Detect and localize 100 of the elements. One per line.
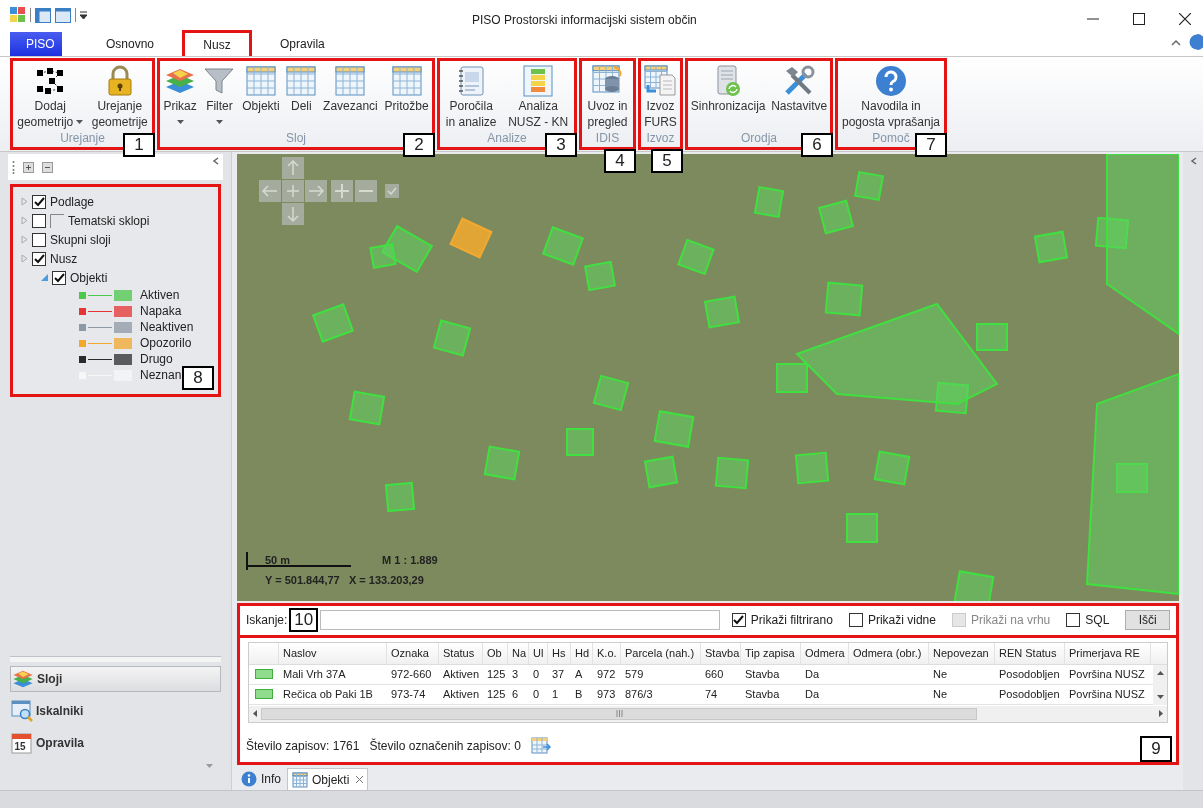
group-label: Sloj (286, 131, 306, 147)
collapse-panel-icon[interactable] (212, 157, 219, 165)
navigation-item[interactable]: 15 Opravila (10, 730, 221, 756)
column-header[interactable]: Ob (483, 642, 508, 664)
layer-label[interactable]: Objekti (70, 268, 108, 287)
checkbox[interactable] (1066, 613, 1081, 628)
ribbon-button[interactable]: Filter (203, 63, 236, 124)
search-window-icon (11, 700, 33, 722)
export-table-icon[interactable] (530, 736, 551, 755)
legend-area-swatch (114, 353, 132, 365)
search-button[interactable]: Išči (1125, 610, 1170, 631)
close-tab-icon[interactable] (356, 776, 364, 783)
layer-label[interactable]: Podlage (50, 192, 95, 211)
ribbon-button[interactable]: Dodaj geometrijo (17, 63, 84, 130)
column-header[interactable]: K.o. (593, 642, 621, 664)
ribbon-button[interactable]: Uvoz in pregled (587, 63, 628, 130)
ribbon-button[interactable]: Pritožbe (384, 63, 429, 114)
ribbon-button[interactable]: Deli (286, 63, 317, 114)
ribbon-tab[interactable]: PISO (10, 32, 62, 56)
table-cell-text: 125 (486, 686, 507, 702)
window-title: PISO Prostorski informacijski sistem občin (472, 12, 697, 29)
scroll-down-icon[interactable] (1156, 694, 1164, 699)
building-outline (653, 410, 695, 448)
navigation-item[interactable]: Sloji (10, 666, 221, 692)
column-header[interactable]: Nepovezan (929, 642, 995, 664)
legend-label: Napaka (140, 303, 182, 320)
column-header[interactable]: Hd (571, 642, 593, 664)
column-header[interactable]: Status (439, 642, 483, 664)
ribbon-button[interactable]: Prikaz (163, 63, 197, 124)
dropdown-caret-icon[interactable] (206, 764, 213, 768)
callout-number: 7 (915, 133, 947, 157)
search-field[interactable] (320, 610, 720, 631)
grip-icon (12, 160, 15, 174)
option-label[interactable]: Prikaži filtrirano (750, 611, 833, 630)
ribbon-tab[interactable]: Opravila (264, 32, 341, 56)
column-header[interactable]: Oznaka (387, 642, 439, 664)
layer-label[interactable]: Tematski sklopi (68, 211, 150, 230)
close-icon[interactable] (1179, 13, 1191, 25)
ribbon-button[interactable]: Sinhronizacija (690, 63, 766, 114)
ribbon-button[interactable]: Urejanje geometrije (91, 63, 148, 130)
navigation-item[interactable]: Iskalniki (10, 698, 221, 724)
ribbon-button[interactable]: Objekti (242, 63, 280, 114)
column-header[interactable]: Primerjava RE (1065, 642, 1151, 664)
ribbon-button[interactable]: Analiza NUSZ - KN (508, 63, 569, 130)
collapse-panel-icon[interactable] (1189, 157, 1197, 165)
option-label[interactable]: Prikaži vidne (867, 611, 936, 630)
ribbon-button[interactable]: Nastavitve (771, 63, 828, 114)
scroll-left-icon[interactable] (253, 710, 257, 718)
window-layout-icon[interactable] (35, 7, 51, 23)
checkbox[interactable] (32, 232, 46, 247)
customize-toolbar-icon[interactable] (80, 11, 87, 19)
checkbox[interactable] (848, 613, 863, 628)
legend-label: Drugo (140, 351, 173, 368)
record-count: Število zapisov: 1761 (246, 737, 360, 755)
option-label[interactable]: SQL (1085, 611, 1110, 630)
ribbon-button[interactable]: Izvoz FURS (644, 63, 677, 130)
ribbon-button[interactable]: Zavezanci (323, 63, 378, 114)
document-tab[interactable]: Objekti (287, 768, 369, 790)
ribbon-button[interactable]: Poročila in analize (445, 63, 497, 130)
selected-count: Število označenih zapisov: 0 (369, 737, 521, 755)
table-cell-text: 3 (511, 666, 520, 682)
column-header[interactable]: Ul (529, 642, 548, 664)
ribbon-tab[interactable]: Nusz (182, 30, 253, 56)
column-header[interactable]: REN Status (995, 642, 1065, 664)
column-header[interactable]: Hs (548, 642, 571, 664)
checkbox[interactable] (32, 251, 46, 266)
checkbox[interactable] (32, 194, 46, 209)
column-header[interactable]: Tip zapisa (741, 642, 801, 664)
column-header[interactable]: Parcela (nah.) (621, 642, 701, 664)
checkbox[interactable] (52, 270, 66, 285)
checkbox[interactable] (731, 613, 746, 628)
column-header[interactable]: Na (508, 642, 529, 664)
table-icon (292, 771, 308, 788)
column-header[interactable]: Stavba (701, 642, 741, 664)
collapse-all-icon[interactable] (42, 161, 53, 173)
column-header[interactable]: Odmera (801, 642, 849, 664)
expanded-arrow-icon[interactable] (41, 274, 48, 281)
collapse-ribbon-icon[interactable] (1171, 38, 1181, 46)
table-cell-text: 37 (551, 666, 566, 682)
building-outline (643, 455, 679, 489)
column-header[interactable]: Odmera (obr.) (849, 642, 929, 664)
help-icon[interactable] (1189, 34, 1203, 50)
ribbon-tab[interactable]: Osnovno (90, 32, 171, 56)
window-icon[interactable] (55, 7, 71, 23)
scroll-right-icon[interactable] (1159, 710, 1163, 718)
group-label: Orodja (741, 131, 777, 147)
legend-label: Opozorilo (140, 335, 192, 352)
maximize-icon[interactable] (1133, 13, 1145, 25)
checkbox[interactable] (32, 213, 46, 228)
table-icon (286, 65, 317, 96)
layer-label[interactable]: Skupni sloji (50, 230, 111, 249)
column-header[interactable]: Naslov (279, 642, 387, 664)
expand-all-icon[interactable] (23, 161, 34, 173)
horizontal-scrollbar-thumb[interactable] (261, 707, 977, 720)
ribbon-button[interactable]: Navodila in pogosta vprašanja (841, 63, 941, 130)
scroll-up-icon[interactable] (1156, 670, 1164, 675)
help-icon (875, 64, 907, 97)
building-outline (794, 451, 830, 485)
checkmark-icon[interactable] (385, 184, 399, 198)
layer-label[interactable]: Nusz (50, 249, 78, 268)
